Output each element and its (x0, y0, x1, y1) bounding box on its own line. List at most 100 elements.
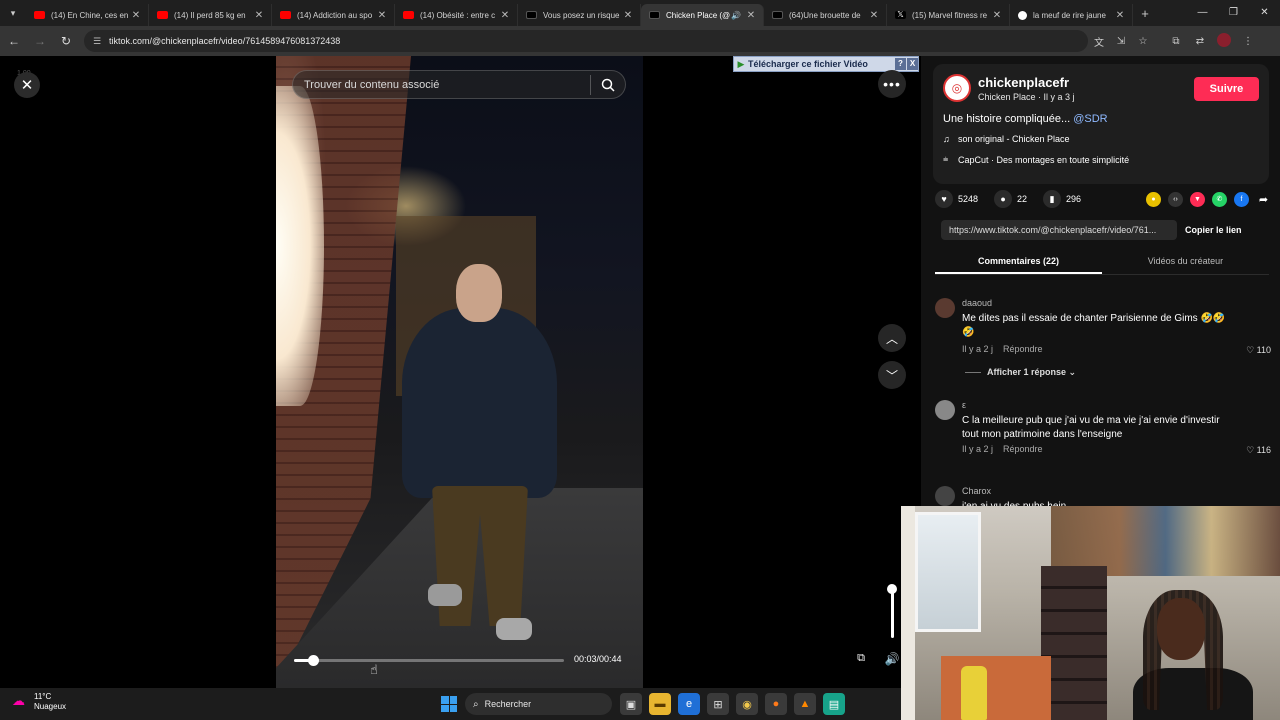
new-tab-icon[interactable]: + (1133, 6, 1157, 21)
minimize-icon[interactable]: — (1187, 0, 1218, 26)
tab-close-icon[interactable]: ✕ (622, 10, 634, 21)
tab-comments[interactable]: Commentaires (22) (935, 251, 1102, 274)
comment-username[interactable]: Charox (962, 486, 991, 496)
music-link[interactable]: ♫ son original - Chicken Place (943, 134, 1070, 144)
window-controls: — ❐ ✕ (1187, 0, 1280, 26)
menu-icon[interactable]: ⋮ (1236, 36, 1260, 47)
browser-tab[interactable]: (14) Il perd 85 kg en ✕ (149, 4, 272, 26)
file-explorer-icon[interactable]: ▬ (649, 693, 671, 715)
comment-username[interactable]: ε (962, 400, 966, 410)
firefox-icon[interactable]: ● (765, 693, 787, 715)
reply-button[interactable]: Répondre (1003, 344, 1043, 354)
tab-close-icon[interactable]: ✕ (745, 10, 757, 21)
tab-close-icon[interactable]: ✕ (130, 10, 142, 21)
volume-track[interactable] (891, 588, 894, 638)
extensions-icon[interactable]: ⧉ (1164, 36, 1188, 47)
tab-close-icon[interactable]: ✕ (991, 10, 1003, 21)
related-search-input[interactable]: Trouver du contenu associé (292, 70, 626, 99)
bookmark-star-icon[interactable]: ☆ (1132, 36, 1154, 47)
taskbar-search[interactable]: ⌕ Rechercher (465, 693, 612, 715)
repost-icon[interactable]: ▼ (1190, 191, 1205, 207)
volume-slider[interactable] (887, 582, 897, 642)
share-arrow-icon[interactable]: ➦ (1256, 192, 1271, 207)
comment-username[interactable]: daaoud (962, 298, 992, 308)
url-bar[interactable]: ☰ tiktok.com/@chickenplacefr/video/76145… (84, 30, 1088, 52)
tab-creator-videos[interactable]: Vidéos du créateur (1102, 251, 1269, 274)
share-link-field[interactable]: https://www.tiktok.com/@chickenplacefr/v… (941, 220, 1177, 240)
store-icon[interactable]: ⊞ (707, 693, 729, 715)
volume-thumb[interactable] (887, 584, 897, 594)
tab-close-icon[interactable]: ✕ (499, 10, 511, 21)
chrome-icon[interactable]: ◉ (736, 693, 758, 715)
close-video-button[interactable]: ✕ (14, 72, 40, 98)
restore-icon[interactable]: ❐ (1218, 0, 1249, 26)
browser-tab[interactable]: 𝕏 (15) Marvel fitness re ✕ (887, 4, 1010, 26)
browser-tab[interactable]: (14) En Chine, ces en ✕ (26, 4, 149, 26)
whatsapp-icon[interactable]: ✆ (1212, 191, 1227, 207)
progress-track[interactable] (294, 655, 564, 666)
creator-handle[interactable]: chickenplacefr (978, 75, 1069, 90)
comment-like[interactable]: ♡ 116 (1246, 445, 1271, 456)
copy-link-button[interactable]: Copier le lien (1185, 225, 1242, 235)
search-icon[interactable] (591, 78, 625, 92)
speaker-icon[interactable]: 🔊 (731, 11, 741, 20)
video-player[interactable] (276, 56, 643, 688)
close-icon[interactable]: X (907, 58, 918, 70)
sidebar-icon[interactable]: ⇄ (1188, 36, 1212, 47)
coin-icon[interactable]: ● (1146, 191, 1161, 207)
site-info-icon[interactable]: ☰ (90, 36, 104, 47)
video-description: Une histoire compliquée... @SDR (943, 113, 1108, 125)
avatar[interactable] (935, 400, 955, 420)
edge-icon[interactable]: e (678, 693, 700, 715)
task-view-icon[interactable]: ▣ (620, 693, 642, 715)
volume-icon[interactable]: 🔊 (882, 652, 902, 670)
save-count: 296 (1066, 194, 1082, 204)
help-icon[interactable]: ? (895, 58, 906, 70)
tab-close-icon[interactable]: ✕ (1114, 10, 1126, 21)
close-window-icon[interactable]: ✕ (1249, 0, 1280, 26)
tab-close-icon[interactable]: ✕ (376, 10, 388, 21)
forward-icon[interactable]: → (28, 29, 52, 53)
picture-in-picture-icon[interactable]: ⧉ (852, 652, 870, 670)
mention-link[interactable]: @SDR (1073, 113, 1107, 125)
weather-widget[interactable]: ☁ 11°C Nuageux (12, 692, 66, 712)
embed-icon[interactable]: ‹› (1168, 191, 1183, 207)
progress-thumb[interactable] (307, 655, 319, 666)
previous-video-icon[interactable]: ︿ (878, 324, 906, 352)
vlc-icon[interactable]: ▲ (794, 693, 816, 715)
back-icon[interactable]: ← (2, 29, 26, 53)
browser-tab[interactable]: Vous posez un risque ✕ (518, 4, 641, 26)
video-progress[interactable]: 00:03/00:44 (292, 652, 630, 668)
creator-avatar[interactable]: ◎ (943, 74, 971, 102)
browser-tab[interactable]: (14) Obésité : entre c ✕ (395, 4, 518, 26)
browser-tab[interactable]: (14) Addiction au spo ✕ (272, 4, 395, 26)
avatar[interactable] (935, 486, 955, 506)
translate-icon[interactable]: 文 (1088, 34, 1110, 49)
comment-time: Il y a 2 j (962, 444, 994, 454)
show-replies-button[interactable]: Afficher 1 réponse ⌄ (965, 367, 1076, 378)
install-icon[interactable]: ⇲ (1110, 36, 1132, 47)
browser-tab[interactable]: (64)Une brouette de ✕ (764, 4, 887, 26)
app-icon[interactable]: ▤ (823, 693, 845, 715)
facebook-icon[interactable]: f (1234, 191, 1249, 207)
reply-button[interactable]: Répondre (1003, 444, 1043, 454)
tab-search-icon[interactable]: ▾ (0, 0, 26, 26)
like-button[interactable]: ♥ 5248 (935, 190, 978, 208)
profile-icon[interactable] (1212, 32, 1236, 50)
save-button[interactable]: ▮ 296 (1043, 190, 1081, 208)
taskbar-apps: ▣ ▬ e ⊞ ◉ ● ▲ ▤ (620, 693, 852, 715)
capcut-link[interactable]: ⩧ CapCut · Des montages en toute simplici… (943, 154, 1129, 165)
windows-start-icon[interactable] (441, 696, 457, 712)
more-options-icon[interactable]: ••• (878, 70, 906, 98)
browser-tab[interactable]: la meuf de rire jaune ✕ (1010, 4, 1133, 26)
reload-icon[interactable]: ↻ (54, 29, 78, 53)
comment-button[interactable]: ● 22 (994, 190, 1027, 208)
follow-button[interactable]: Suivre (1194, 77, 1259, 101)
tab-close-icon[interactable]: ✕ (868, 10, 880, 21)
avatar[interactable] (935, 298, 955, 318)
browser-tab-active[interactable]: Chicken Place (@ 🔊 ✕ (641, 4, 764, 26)
next-video-icon[interactable]: ﹀ (878, 361, 906, 389)
google-icon (1018, 10, 1027, 20)
comment-like[interactable]: ♡ 110 (1246, 345, 1271, 356)
tab-close-icon[interactable]: ✕ (253, 10, 265, 21)
